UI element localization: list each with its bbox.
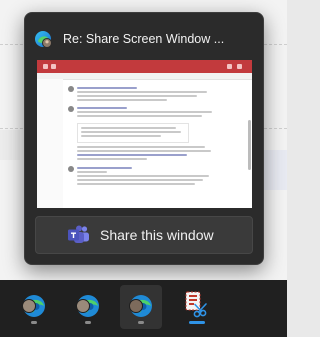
running-indicator bbox=[138, 321, 144, 324]
taskbar-edge-button[interactable] bbox=[67, 285, 109, 329]
taskbar-edge-button[interactable] bbox=[13, 285, 55, 329]
taskbar bbox=[0, 280, 287, 337]
snipping-tool-icon bbox=[185, 291, 207, 318]
share-window-label: Share this window bbox=[100, 227, 214, 243]
running-indicator bbox=[85, 321, 91, 324]
background-panel bbox=[263, 150, 287, 190]
thumbnail-toolbar bbox=[37, 73, 252, 80]
popup-title: Re: Share Screen Window ... bbox=[63, 32, 225, 46]
thumbnail-titlebar bbox=[37, 60, 252, 73]
avatar bbox=[129, 299, 143, 313]
window-thumbnail[interactable] bbox=[37, 60, 252, 208]
avatar bbox=[22, 299, 36, 313]
teams-icon bbox=[68, 225, 90, 245]
taskbar-edge-button-selected[interactable] bbox=[120, 285, 162, 329]
share-window-button[interactable]: Share this window bbox=[35, 216, 253, 254]
thumbnail-scrollbar bbox=[248, 120, 251, 170]
avatar bbox=[76, 299, 90, 313]
background-panel bbox=[0, 130, 20, 160]
thumbnail-sidebar bbox=[37, 79, 63, 208]
running-indicator bbox=[31, 321, 37, 324]
edge-profile-icon bbox=[34, 30, 52, 48]
window-preview-popup: Re: Share Screen Window ... Share this w… bbox=[24, 12, 264, 265]
popup-header: Re: Share Screen Window ... bbox=[34, 27, 255, 51]
taskbar-snipping-tool-button[interactable] bbox=[176, 285, 218, 329]
active-indicator bbox=[189, 321, 205, 324]
